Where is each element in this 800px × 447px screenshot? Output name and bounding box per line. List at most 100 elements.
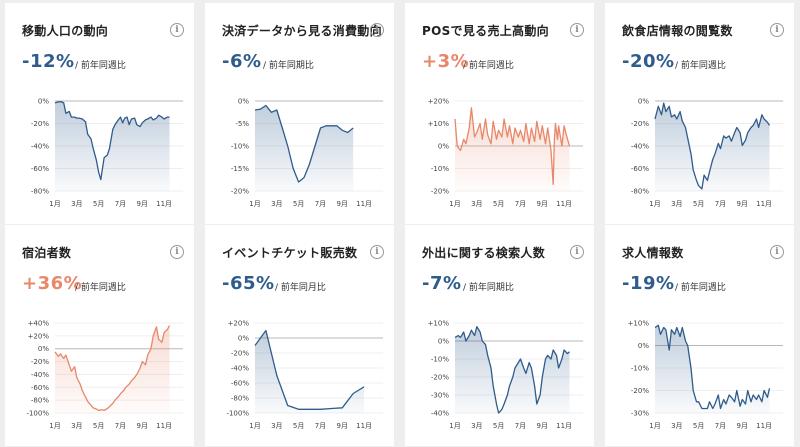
trend-chart: 0% -20% -40% -60% -80%1月 3月 5月 7月 9月 11月	[31, 98, 183, 208]
y-tick-label: +10%	[428, 120, 450, 128]
y-tick-label: -20%	[431, 374, 449, 382]
trend-chart: +10% 0% -10% -20% -30% -40%1月 3月 5月 7月 9月 11月	[428, 320, 583, 430]
x-tick-label: 5月	[693, 422, 704, 430]
y-tick-label: -10%	[431, 165, 449, 173]
y-tick-label: 0%	[238, 335, 249, 343]
x-tick-label: 3月	[471, 200, 482, 208]
y-tick-label: 0%	[438, 143, 449, 151]
info-icon[interactable]: i	[570, 245, 584, 259]
info-icon[interactable]: i	[370, 23, 384, 37]
card-title: イベントチケット販売数	[222, 246, 358, 260]
metric-card[interactable]: 決済データから見る消費動向 i -6% / 前年同期比 0% -5% -10% -15% -20…	[205, 3, 394, 224]
y-tick-label: -60%	[631, 165, 649, 173]
x-tick-label: 5月	[493, 422, 504, 430]
metric-card[interactable]: 求人情報数 i -19% / 前年同週比 +10% 0% -10% -20% -30% 1月 3月 5…	[605, 225, 794, 446]
info-icon[interactable]: i	[770, 245, 784, 259]
y-tick-label: 0%	[38, 98, 49, 106]
x-tick-label: 1月	[649, 200, 660, 208]
x-tick-label: 9月	[337, 200, 348, 208]
change-value: -7%	[422, 273, 462, 294]
y-tick-label: -20%	[431, 188, 449, 196]
x-tick-label: 11月	[156, 200, 172, 208]
info-icon[interactable]: i	[170, 23, 184, 37]
x-tick-label: 11月	[156, 422, 172, 430]
info-icon[interactable]: i	[570, 23, 584, 37]
y-tick-label: -10%	[431, 356, 449, 364]
x-tick-label: 3月	[271, 422, 282, 430]
metric-card[interactable]: 宿泊者数 i +36% / 前年同週比 +40% +20% 0% -20% -40% -60% -8…	[5, 225, 194, 446]
x-tick-label: 7月	[515, 422, 526, 430]
change-value: -6%	[222, 51, 262, 72]
y-tick-label: -20%	[231, 188, 249, 196]
comparison-label: / 前年同週比	[75, 61, 126, 71]
y-tick-label: -100%	[26, 410, 49, 418]
x-tick-label: 11月	[356, 200, 372, 208]
x-tick-label: 1月	[449, 200, 460, 208]
comparison-label: / 前年同週比	[675, 283, 726, 293]
y-tick-label: -20%	[31, 120, 49, 128]
x-tick-label: 5月	[293, 422, 304, 430]
change-value: -20%	[622, 51, 675, 72]
x-tick-label: 1月	[649, 422, 660, 430]
y-tick-label: -20%	[631, 387, 649, 395]
card-title: 決済データから見る消費動向	[222, 24, 382, 38]
x-tick-label: 3月	[71, 200, 82, 208]
metric-card[interactable]: 外出に関する検索人数 i -7% / 前年同期比 +10% 0% -10% -20% -30% -…	[405, 225, 594, 446]
y-tick-label: -20%	[31, 358, 49, 366]
y-tick-label: -5%	[235, 120, 249, 128]
x-tick-label: 5月	[293, 200, 304, 208]
y-tick-label: 0%	[238, 98, 249, 106]
trend-chart: 0% -20% -40% -60% -80%1月 3月 5月 7月 9月 11月	[631, 98, 783, 208]
info-icon[interactable]: i	[370, 245, 384, 259]
x-tick-label: 5月	[693, 200, 704, 208]
x-tick-label: 9月	[737, 200, 748, 208]
y-tick-label: -40%	[31, 371, 49, 379]
comparison-label: / 前年同週比	[75, 283, 126, 293]
card-title: 移動人口の動向	[22, 24, 109, 38]
card-title: 宿泊者数	[22, 246, 72, 260]
x-tick-label: 1月	[249, 422, 260, 430]
trend-chart: +20% +10% 0% -10% -20%1月 3月 5月 7月 9月 11月	[428, 98, 583, 208]
x-tick-label: 1月	[249, 200, 260, 208]
x-tick-label: 11月	[756, 200, 772, 208]
change-value: -12%	[22, 51, 75, 72]
trend-chart: 0% -5% -10% -15% -20%1月 3月 5月 7月 9月 11月	[231, 98, 383, 208]
info-icon[interactable]: i	[170, 245, 184, 259]
y-tick-label: -60%	[31, 165, 49, 173]
card-title: 求人情報数	[622, 246, 684, 260]
y-tick-label: -30%	[431, 392, 449, 400]
x-tick-label: 7月	[715, 422, 726, 430]
metric-card[interactable]: POSで見る売上高動向 i +3% / 前年同週比 +20% +10% 0% -10% -20%…	[405, 3, 594, 224]
trend-chart: +40% +20% 0% -20% -40% -60% -80% -100%1月 3月 5月 7月 9…	[26, 320, 183, 430]
y-tick-label: -20%	[231, 350, 249, 358]
metric-card[interactable]: 飲食店情報の閲覧数 i -20% / 前年同週比 0% -20% -40% -60% -80% 1…	[605, 3, 794, 224]
x-tick-label: 7月	[315, 200, 326, 208]
change-value: +36%	[22, 273, 83, 294]
x-tick-label: 7月	[115, 200, 126, 208]
x-tick-label: 9月	[337, 422, 348, 430]
y-tick-label: -60%	[31, 384, 49, 392]
y-tick-label: 0%	[638, 342, 649, 350]
change-value: -19%	[622, 273, 675, 294]
card-title: 飲食店情報の閲覧数	[622, 24, 733, 38]
y-tick-label: -40%	[31, 143, 49, 151]
y-tick-label: -60%	[231, 380, 249, 388]
x-tick-label: 9月	[537, 200, 548, 208]
y-tick-label: -40%	[231, 365, 249, 373]
y-tick-label: -80%	[31, 397, 49, 405]
y-tick-label: -80%	[231, 395, 249, 403]
y-tick-label: -10%	[631, 365, 649, 373]
x-tick-label: 5月	[93, 422, 104, 430]
x-tick-label: 9月	[137, 200, 148, 208]
y-tick-label: -40%	[631, 143, 649, 151]
info-icon[interactable]: i	[770, 23, 784, 37]
metric-card[interactable]: 移動人口の動向 i -12% / 前年同週比 0% -20% -40% -60% -80% 1月 3…	[5, 3, 194, 224]
comparison-label: / 前年同週比	[463, 61, 514, 71]
x-tick-label: 1月	[49, 422, 60, 430]
comparison-label: / 前年同月比	[275, 283, 326, 293]
x-tick-label: 3月	[671, 422, 682, 430]
x-tick-label: 11月	[356, 422, 372, 430]
metric-card[interactable]: イベントチケット販売数 i -65% / 前年同月比 +20% 0% -20% -40% -60…	[205, 225, 394, 446]
y-tick-label: -10%	[231, 143, 249, 151]
x-tick-label: 3月	[671, 200, 682, 208]
